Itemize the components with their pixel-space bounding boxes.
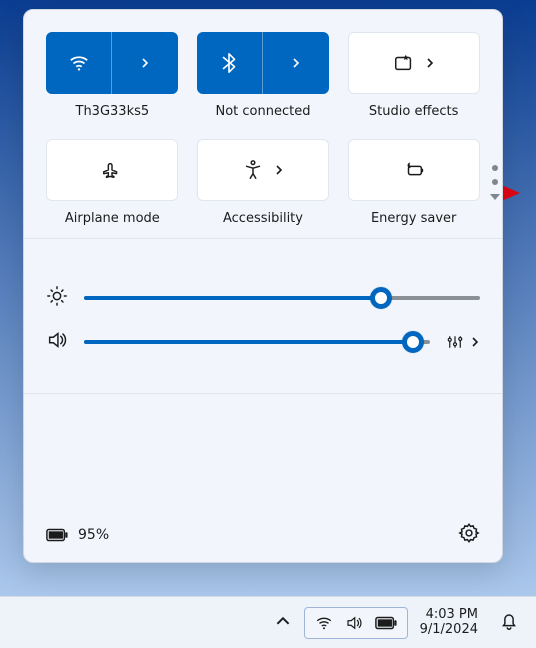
tile-energy-saver: Energy saver: [347, 139, 480, 232]
brightness-icon: [46, 285, 68, 311]
chevron-right-icon: [291, 58, 301, 68]
wifi-icon: [315, 614, 333, 632]
battery-status[interactable]: 95%: [46, 527, 109, 543]
mixer-icon: [446, 333, 464, 351]
bluetooth-button[interactable]: [197, 32, 329, 94]
accessibility-button[interactable]: [197, 139, 329, 201]
wifi-toggle[interactable]: [46, 32, 112, 94]
chevron-right-icon: [274, 165, 284, 175]
accessibility-label: Accessibility: [223, 211, 303, 226]
volume-output-button[interactable]: [446, 333, 480, 351]
chevron-right-icon: [425, 58, 435, 68]
settings-button[interactable]: [458, 522, 480, 548]
chevron-right-icon: [470, 337, 480, 347]
volume-thumb[interactable]: [402, 331, 424, 353]
battery-text: 95%: [78, 527, 109, 543]
page-dot: [492, 179, 498, 185]
system-tray[interactable]: [304, 607, 408, 639]
volume-slider[interactable]: [84, 340, 430, 344]
bluetooth-toggle[interactable]: [197, 32, 263, 94]
gear-icon: [458, 522, 480, 544]
bell-icon: [498, 610, 520, 632]
sliders-section: [24, 239, 502, 394]
taskbar: 4:03 PM 9/1/2024: [0, 596, 536, 648]
tile-accessibility: Accessibility: [197, 139, 330, 232]
notifications-button[interactable]: [490, 604, 528, 642]
airplane-icon: [101, 159, 123, 181]
wifi-expand[interactable]: [112, 32, 178, 94]
tile-wifi: Th3G33ks5: [46, 32, 179, 125]
quick-settings-panel: Th3G33ks5 Not connected: [23, 9, 503, 563]
taskbar-time: 4:03 PM: [426, 608, 478, 623]
tile-airplane-mode: Airplane mode: [46, 139, 179, 232]
taskbar-clock[interactable]: 4:03 PM 9/1/2024: [414, 608, 484, 638]
tray-overflow-button[interactable]: [268, 608, 298, 638]
page-expand-caret-icon: [490, 193, 500, 201]
wifi-button[interactable]: [46, 32, 178, 94]
airplane-mode-label: Airplane mode: [65, 211, 160, 226]
tile-studio-effects: Studio effects: [347, 32, 480, 125]
battery-icon: [46, 528, 68, 542]
brightness-slider[interactable]: [84, 296, 480, 300]
accessibility-icon: [242, 159, 264, 181]
battery-icon: [375, 616, 397, 630]
bluetooth-label: Not connected: [216, 104, 311, 119]
panel-footer: 95%: [24, 508, 502, 562]
volume-icon: [46, 329, 68, 355]
airplane-mode-button[interactable]: [46, 139, 178, 201]
taskbar-date: 9/1/2024: [420, 623, 478, 638]
energy-saver-label: Energy saver: [371, 211, 456, 226]
page-indicator[interactable]: [490, 165, 500, 201]
brightness-fill: [84, 296, 381, 300]
volume-fill: [84, 340, 413, 344]
brightness-thumb[interactable]: [370, 287, 392, 309]
energy-saver-icon: [403, 159, 425, 181]
page-dot: [492, 165, 498, 171]
volume-row: [46, 329, 480, 355]
brightness-row: [46, 285, 480, 311]
studio-effects-icon: [393, 52, 415, 74]
studio-effects-label: Studio effects: [369, 104, 459, 119]
tiles-grid: Th3G33ks5 Not connected: [24, 10, 502, 239]
bluetooth-expand[interactable]: [263, 32, 329, 94]
studio-effects-button[interactable]: [348, 32, 480, 94]
tile-bluetooth: Not connected: [197, 32, 330, 125]
wifi-icon: [68, 52, 90, 74]
wifi-label: Th3G33ks5: [76, 104, 150, 119]
chevron-right-icon: [140, 58, 150, 68]
chevron-up-icon: [276, 614, 290, 628]
energy-saver-button[interactable]: [348, 139, 480, 201]
bluetooth-icon: [218, 52, 240, 74]
volume-icon: [345, 614, 363, 632]
